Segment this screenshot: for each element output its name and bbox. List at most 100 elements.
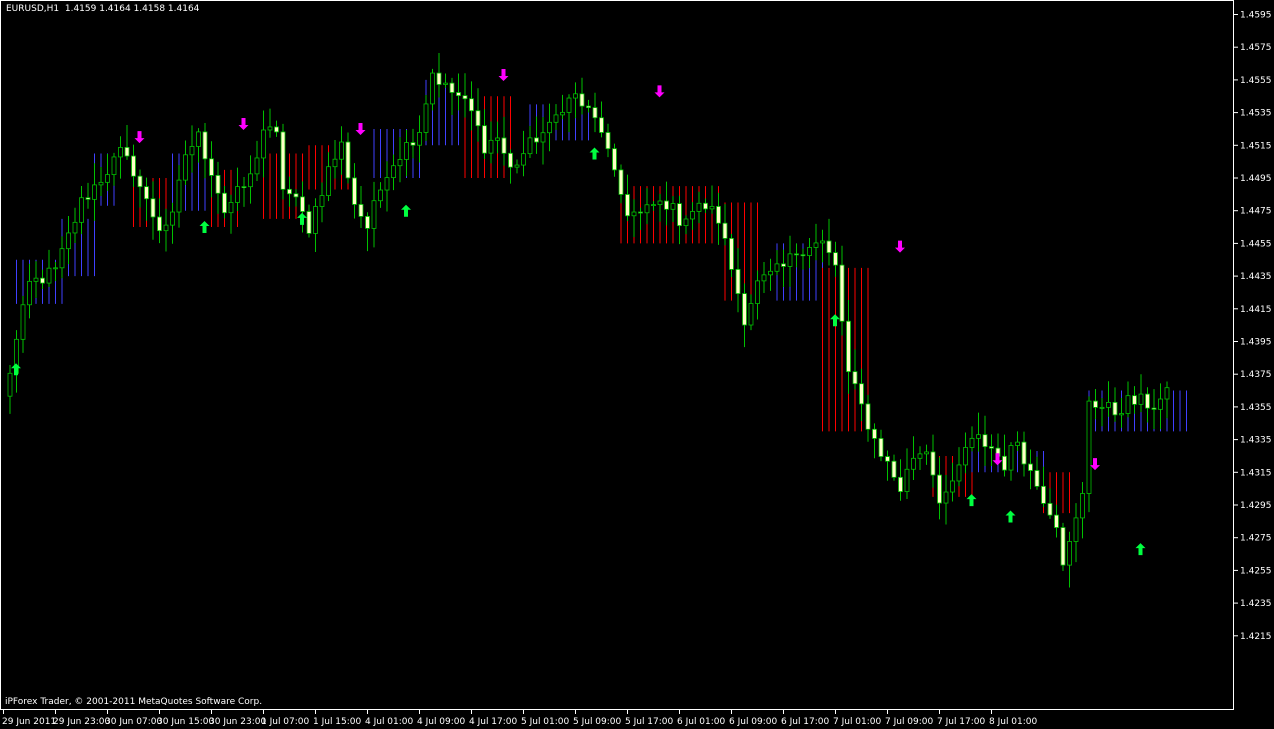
candle-body — [566, 97, 572, 113]
chart-title: EURUSD,H1 1.4159 1.4164 1.4158 1.4164 — [6, 4, 199, 14]
candle-body — [1112, 402, 1118, 416]
candle-body — [605, 132, 611, 150]
candle-body — [1093, 400, 1098, 408]
price-tick-label: 1.4275 — [1240, 534, 1272, 544]
candle-body — [657, 200, 663, 206]
candle-body — [885, 456, 890, 462]
time-tick-label: 4 Jul 09:00 — [417, 717, 466, 727]
candle-body — [683, 218, 689, 227]
candle-body — [878, 438, 884, 457]
candle-body — [150, 198, 156, 218]
candle-body — [319, 195, 325, 207]
candle-body — [924, 451, 929, 455]
candle-body — [989, 446, 994, 449]
candle-body — [638, 211, 643, 214]
candle-body — [228, 202, 234, 214]
time-tick-label: 8 Jul 01:00 — [989, 717, 1038, 727]
candle-body — [742, 293, 747, 326]
time-tick-label: 5 Jul 09:00 — [573, 717, 622, 727]
candle-body — [891, 460, 897, 478]
candle-body — [865, 403, 871, 430]
time-tick-label: 7 Jul 17:00 — [937, 717, 986, 727]
candle-body — [144, 186, 149, 200]
candle-body — [1086, 400, 1092, 494]
candle-body — [670, 203, 676, 210]
candle-body — [729, 238, 734, 270]
candle-body — [709, 206, 715, 210]
price-tick-label: 1.4355 — [1240, 403, 1272, 413]
candle-body — [579, 93, 585, 107]
candle-body — [833, 252, 838, 266]
candle-body — [937, 474, 942, 504]
candle-body — [1125, 395, 1131, 414]
candle-body — [508, 152, 513, 168]
price-tick-label: 1.4415 — [1240, 305, 1272, 315]
candle-body — [1080, 493, 1085, 519]
candle-body — [716, 206, 721, 224]
price-tick-label: 1.4515 — [1240, 141, 1272, 151]
candle-body — [202, 131, 208, 160]
candle-body — [703, 202, 708, 210]
candle-body — [852, 371, 858, 385]
candle-body — [807, 247, 812, 256]
candle-body — [787, 253, 793, 267]
price-tick-label: 1.4435 — [1240, 272, 1272, 282]
candle-body — [384, 177, 390, 191]
candle-body — [1054, 514, 1059, 528]
candle-body — [423, 103, 429, 133]
candle-body — [306, 211, 312, 234]
candle-body — [768, 270, 773, 276]
candle-body — [1002, 455, 1007, 471]
candle-body — [222, 192, 227, 214]
candle-body — [1099, 406, 1105, 409]
time-tick-label: 30 Jun 15:00 — [157, 717, 214, 727]
candle-body — [293, 193, 299, 198]
candle-body — [53, 267, 58, 270]
candle-body — [443, 82, 448, 85]
candle-body — [85, 197, 91, 200]
candle-body — [761, 274, 767, 282]
candle-body — [963, 447, 968, 466]
time-tick-label: 6 Jul 09:00 — [729, 717, 778, 727]
candle-body — [209, 158, 214, 176]
time-tick-label: 6 Jul 01:00 — [677, 717, 726, 727]
candle-body — [930, 451, 936, 476]
time-tick-label: 1 Jul 07:00 — [261, 717, 310, 727]
candle-body — [456, 92, 461, 97]
candle-body — [189, 146, 195, 156]
price-tick-label: 1.4575 — [1240, 43, 1272, 53]
candle-body — [872, 428, 877, 439]
candle-body — [378, 189, 383, 202]
time-tick-label: 6 Jul 17:00 — [781, 717, 830, 727]
time-tick-label: 5 Jul 17:00 — [625, 717, 674, 727]
candle-body — [917, 453, 923, 459]
candle-body — [1015, 441, 1020, 446]
candle-body — [696, 202, 702, 212]
candle-body — [79, 197, 84, 223]
candle-body — [748, 303, 754, 326]
candle-body — [1138, 393, 1144, 405]
candle-body — [976, 434, 981, 439]
candle-body — [131, 155, 136, 177]
candle-body — [176, 179, 182, 213]
price-tick-label: 1.4375 — [1240, 370, 1272, 380]
candle-body — [540, 132, 546, 143]
candle-body — [826, 240, 832, 254]
candle-body — [352, 177, 357, 205]
candle-body — [215, 175, 221, 194]
candle-body — [1034, 470, 1040, 487]
candle-body — [1151, 407, 1157, 410]
price-tick-label: 1.4595 — [1240, 11, 1272, 21]
price-tick-label: 1.4395 — [1240, 338, 1272, 348]
candle-body — [735, 269, 741, 294]
time-tick-label: 7 Jul 01:00 — [833, 717, 882, 727]
candle-body — [651, 204, 656, 207]
candle-body — [612, 148, 617, 171]
candle-body — [417, 132, 422, 146]
candle-body — [618, 169, 624, 195]
candle-body — [846, 320, 851, 373]
candle-body — [501, 137, 507, 154]
price-chart[interactable]: 1.4595 1.4575 1.4555 1.4535 1.4515 1.4495 1.44… — [0, 0, 1274, 729]
candle-body — [261, 129, 266, 159]
candle-body — [813, 242, 819, 248]
